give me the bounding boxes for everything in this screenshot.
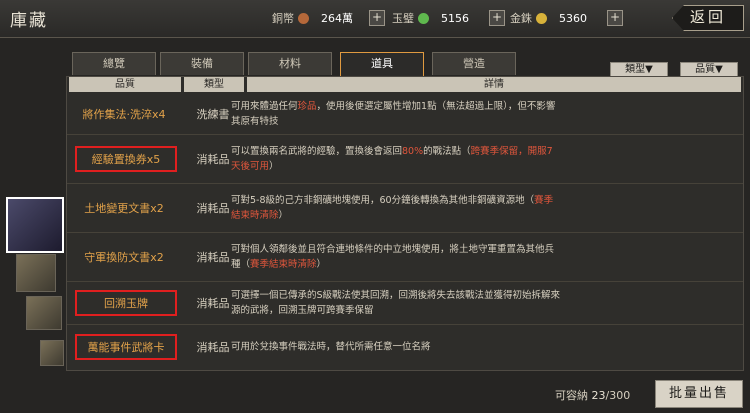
column-header-quality: 品質 [69,77,181,92]
table-row[interactable]: 回溯玉牌 消耗品 可選擇一個已傳承的S級戰法使其回溯，回溯後將失去該戰法並獲得初… [67,282,743,325]
table-row[interactable]: 經驗置換券x5 消耗品 可以置換兩名武將的經驗，置換後會返回80%的戰法點（跨賽… [67,135,743,184]
resource-label: 玉璧 [392,12,414,25]
resource-label: 金銖 [510,12,532,25]
item-name: 萬能事件武將卡 [75,334,177,360]
add-copper-button[interactable]: + [369,10,385,26]
item-thumbnail[interactable] [16,254,56,292]
item-table: 品質 類型 詳情 將作集法·洗淬x4 洗練書 可用來體過任何珍品，使用後便選定屬… [66,76,744,371]
item-detail: 可用來體過任何珍品，使用後便選定屬性增加1點（無法超過上限），但不影響其原有特技 [231,101,556,127]
tab-materials[interactable]: 材料 [248,52,332,75]
item-detail: 可選擇一個已傳承的S級戰法使其回溯，回溯後將失去該戰法並獲得初始拆解來源的武將，… [231,290,561,316]
column-header-detail: 詳情 [247,77,741,92]
item-detail: 可對5-8級的己方非銅礦地塊使用，60分鐘後轉換為其他非銅礦資源地（賽季結束時清… [231,195,554,221]
item-thumbnail[interactable] [40,340,64,366]
batch-sell-button[interactable]: 批量出售 [655,380,743,408]
capacity-used: 23 [591,389,606,402]
table-row[interactable]: 將作集法·洗淬x4 洗練書 可用來體過任何珍品，使用後便選定屬性增加1點（無法超… [67,94,743,135]
tab-construction[interactable]: 營造 [432,52,516,75]
tab-equipment[interactable]: 裝備 [160,52,244,75]
resource-value: 5360 [559,11,587,25]
item-name: 經驗置換券x5 [75,146,177,172]
resource-gold: 金銖 5360 + [510,9,623,27]
gold-coin-icon [536,12,547,24]
resource-jade: 玉璧 5156 + [392,9,505,27]
item-detail: 可用於兌換事件戰法時，替代所需任意一位名將 [231,341,431,353]
table-row[interactable]: 守軍換防文書x2 消耗品 可對個人領鄰後並且符合連地條件的中立地塊使用，將土地守… [67,233,743,282]
column-header-type: 類型 [184,77,244,92]
add-jade-button[interactable]: + [489,10,505,26]
item-detail: 可以置換兩名武將的經驗，置換後會返回80%的戰法點（跨賽季保留，開服7天後可用） [231,146,553,172]
capacity-indicator: 可容納 23/300 [555,387,630,403]
resource-value: 5156 [441,11,469,25]
capacity-total: /300 [605,389,631,402]
item-name: 回溯玉牌 [75,290,177,316]
table-row[interactable]: 土地變更文書x2 消耗品 可對5-8級的己方非銅礦地塊使用，60分鐘後轉換為其他… [67,184,743,233]
return-button[interactable]: 返回 [672,5,744,31]
item-detail: 可對個人領鄰後並且符合連地條件的中立地塊使用，將土地守軍重置為其他兵種（賽季結束… [231,244,555,270]
item-name: 守軍換防文書x2 [84,251,164,264]
top-bar: 庫藏 銅幣 264萬 + 玉璧 5156 + 金銖 5360 + 返回 [0,0,750,38]
item-thumbnail[interactable] [26,296,62,330]
selected-item-thumbnail[interactable] [6,197,64,253]
copper-coin-icon [298,12,309,24]
capacity-label: 可容納 [555,389,588,402]
table-row[interactable]: 萬能事件武將卡 消耗品 可用於兌換事件戰法時，替代所需任意一位名將 [67,325,743,369]
resource-label: 銅幣 [272,12,294,25]
jade-disc-icon [418,12,429,24]
page-title: 庫藏 [10,11,48,31]
item-name: 將作集法·洗淬x4 [82,108,166,121]
item-name: 土地變更文書x2 [84,202,164,215]
tab-overview[interactable]: 總覽 [72,52,156,75]
tab-items[interactable]: 道具 [340,52,424,76]
add-gold-button[interactable]: + [607,10,623,26]
resource-value: 264萬 [321,12,353,25]
resource-copper: 銅幣 264萬 + [272,9,385,27]
